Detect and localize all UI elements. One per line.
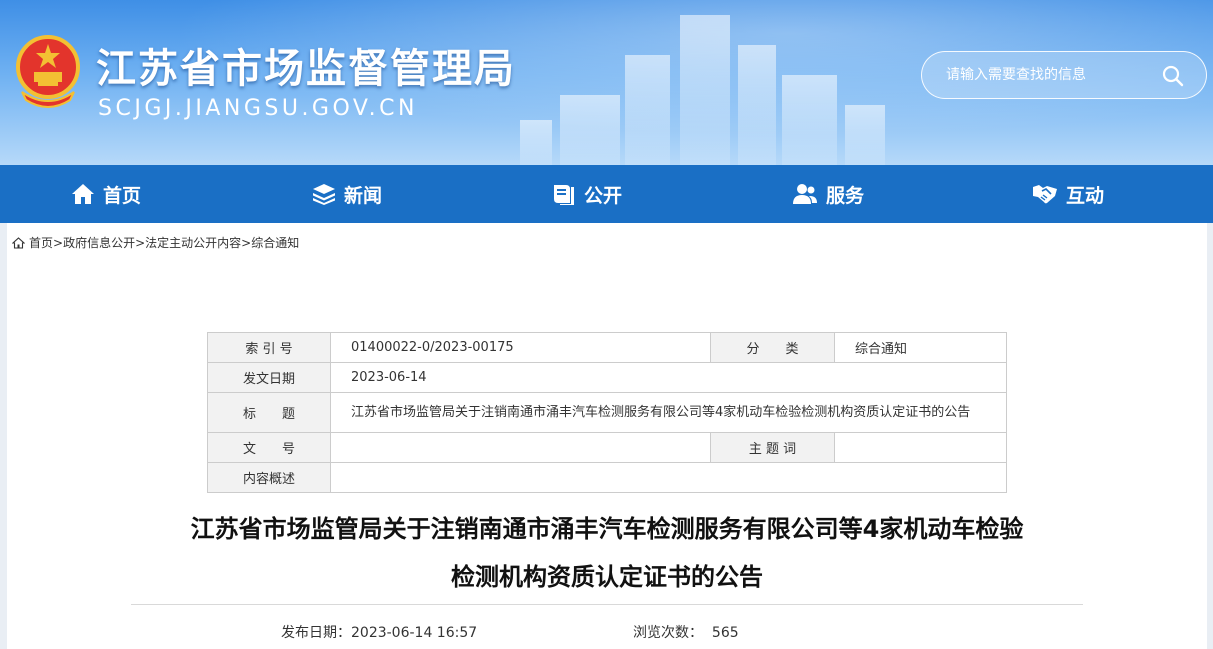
site-title: 江苏省市场监督管理局 [96,46,516,92]
skyline-building [680,15,730,165]
search-input[interactable] [946,64,1156,86]
site-domain: SCJGJ.JIANGSU.GOV.CN [98,96,418,121]
article-title-line: 检测机构资质认定证书的公告 [451,563,763,591]
nav-item-label: 新闻 [344,184,383,207]
category-label: 分 类 [710,332,835,363]
search-box [921,51,1207,99]
page-gutter-left [0,165,7,649]
nav-item-label: 互动 [1066,184,1105,207]
keywords-value [834,432,1007,463]
nav-item-open[interactable]: 公开 [552,165,622,223]
breadcrumb-link-gov-info[interactable]: 政府信息公开 [63,236,135,250]
docno-value [330,432,711,463]
breadcrumb: 首页 > 政府信息公开 > 法定主动公开内容 > 综合通知 [12,234,299,251]
skyline-building [845,105,885,165]
skyline-building [560,95,620,165]
article-title-line: 江苏省市场监管局关于注销南通市涌丰汽车检测服务有限公司等4家机动车检验 [190,515,1024,543]
skyline-building [782,75,837,165]
view-count-value: 565 [711,625,739,641]
metadata-table: 索 引 号 01400022-0/2023-00175 分 类 综合通知 发文日… [207,332,1007,493]
nav-item-label: 公开 [584,184,623,207]
date-value: 2023-06-14 [330,362,1007,393]
home-icon [72,184,94,204]
home-icon [12,236,25,249]
title-value: 江苏省市场监管局关于注销南通市涌丰汽车检测服务有限公司等4家机动车检验检测机构资… [330,392,1007,433]
title-divider [131,604,1083,605]
publish-date-value: 2023-06-14 16:57 [351,625,478,641]
national-emblem-icon [16,35,80,108]
keywords-label: 主 题 词 [710,432,835,463]
book-icon [554,185,574,205]
main-nav: 首页 新闻 公开 服务 互动 [0,165,1213,223]
breadcrumb-separator: > [241,235,252,250]
page-gutter-right [1207,165,1213,649]
user-icon [793,184,817,204]
title-label: 标 题 [207,392,331,433]
main-nav-inner: 首页 新闻 公开 服务 互动 [7,165,1207,223]
publish-date: 发布日期：2023-06-14 16:57 [281,622,477,642]
nav-item-label: 首页 [103,184,142,207]
main-content: 首页 > 政府信息公开 > 法定主动公开内容 > 综合通知 索 引 号 0140… [7,223,1207,649]
breadcrumb-link-notice[interactable]: 综合通知 [251,236,299,250]
breadcrumb-link-home[interactable]: 首页 [29,236,53,250]
breadcrumb-link-statutory[interactable]: 法定主动公开内容 [145,236,241,250]
index-value: 01400022-0/2023-00175 [330,332,711,363]
skyline-building [625,55,670,165]
date-label: 发文日期 [207,362,331,393]
handshake-icon [1033,185,1057,204]
nav-item-label: 服务 [826,184,865,207]
view-count: 浏览次数： 565 [633,622,739,642]
docno-label: 文 号 [207,432,331,463]
nav-item-service[interactable]: 服务 [792,165,864,223]
search-icon[interactable] [1162,65,1184,87]
article-title: 江苏省市场监管局关于注销南通市涌丰汽车检测服务有限公司等4家机动车检验 检测机构… [107,505,1107,601]
skyline-building [520,120,552,165]
site-header: 江苏省市场监督管理局 SCJGJ.JIANGSU.GOV.CN [0,0,1213,165]
nav-item-news[interactable]: 新闻 [312,165,382,223]
breadcrumb-separator: > [135,235,146,250]
skyline-building [738,45,776,165]
category-value: 综合通知 [834,332,1007,363]
layers-icon [313,184,335,205]
index-label: 索 引 号 [207,332,331,363]
breadcrumb-separator: > [53,235,64,250]
nav-item-home[interactable]: 首页 [71,165,141,223]
nav-item-interact[interactable]: 互动 [1032,165,1104,223]
view-count-label: 浏览次数： [633,625,703,641]
publish-date-label: 发布日期： [281,625,351,641]
summary-label: 内容概述 [207,462,331,493]
summary-value [330,462,1007,493]
